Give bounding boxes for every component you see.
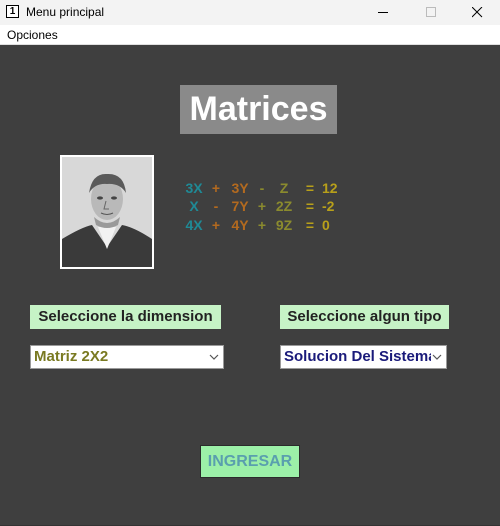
equation-term: 7Y [231, 198, 249, 214]
equation-term: = [305, 217, 315, 233]
equation-term: -2 [322, 198, 335, 214]
equation-term: 4Y [231, 217, 249, 233]
equation-term: X [189, 198, 199, 214]
equation-term: 3Y [231, 180, 249, 196]
close-icon [471, 7, 482, 18]
equation-term: 9Z [275, 217, 293, 233]
equation-term: Z [279, 180, 289, 196]
portrait-illustration [62, 157, 152, 267]
equation-term: = [305, 198, 315, 214]
equation-term: 3X [185, 180, 203, 196]
chevron-down-icon [209, 354, 219, 360]
close-button[interactable] [454, 0, 500, 25]
dimension-select-value: Matriz 2X2 [34, 348, 109, 365]
equation-term: 4X [185, 217, 203, 233]
menu-bar: Opciones [0, 25, 500, 45]
app-icon: 1 [6, 5, 19, 18]
equation-term: 12 [322, 180, 338, 196]
dimension-label: Seleccione la dimension [30, 305, 221, 329]
maximize-icon [425, 7, 436, 17]
portrait-image [60, 155, 154, 269]
equation-term: - [259, 180, 265, 196]
equation-term: 0 [322, 217, 330, 233]
application-window: 1 Menu principal Opciones Matrices 3X + [0, 0, 500, 526]
chevron-down-icon [431, 351, 443, 363]
menu-opciones[interactable]: Opciones [7, 28, 58, 42]
equation-term: + [211, 217, 221, 233]
maximize-button[interactable] [408, 0, 454, 25]
type-select-value: Solucion Del Sistema [284, 348, 437, 365]
equation-term: 2Z [275, 198, 293, 214]
type-label: Seleccione algun tipo [280, 305, 449, 329]
type-select[interactable]: Solucion Del Sistema [280, 345, 447, 369]
page-title: Matrices [180, 85, 337, 134]
ingresar-button[interactable]: INGRESAR [200, 445, 300, 478]
equation-term: - [213, 198, 219, 214]
window-title: Menu principal [26, 5, 105, 19]
equation-term: = [305, 180, 315, 196]
title-bar[interactable]: 1 Menu principal [0, 0, 500, 25]
equation-term: + [257, 198, 267, 214]
equation-term: + [211, 180, 221, 196]
minimize-icon [377, 12, 388, 13]
dimension-select[interactable]: Matriz 2X2 [30, 345, 224, 369]
minimize-button[interactable] [360, 0, 406, 25]
equation-term: + [257, 217, 267, 233]
